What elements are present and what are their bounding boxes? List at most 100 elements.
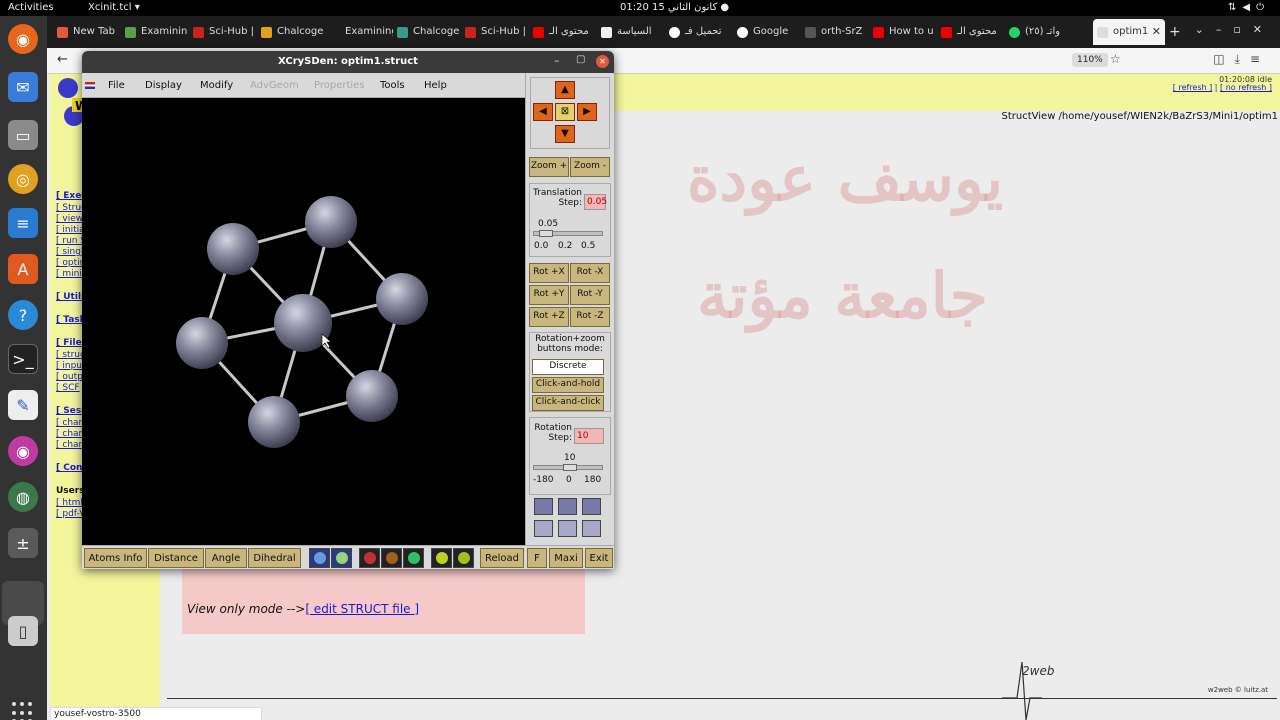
sidebar-link-scf-files[interactable]: [ SCF: [56, 383, 80, 393]
view-preset-icon[interactable]: [582, 520, 601, 537]
atoms-info-button[interactable]: Atoms Info: [84, 548, 147, 568]
mode-click-and-hold-button[interactable]: Click-and-hold: [532, 377, 604, 393]
terminal-icon[interactable]: >_: [8, 344, 38, 374]
no-refresh-link[interactable]: [ no refresh ]: [1220, 83, 1272, 92]
sidebar-link-change-3[interactable]: [ chan: [56, 440, 84, 450]
arrow-up-icon[interactable]: ▲: [555, 81, 575, 99]
tab[interactable]: Chalcoge: [257, 19, 325, 45]
translation-step-input[interactable]: 0.05: [584, 194, 607, 210]
zoom-out-button[interactable]: Zoom -: [570, 157, 610, 177]
dihedral-button[interactable]: Dihedral: [248, 548, 301, 568]
window-controls[interactable]: ⌄–▫✕: [1195, 23, 1274, 36]
unit-cell-icon[interactable]: [331, 548, 352, 568]
firefox-dev-icon[interactable]: ◉: [8, 436, 38, 466]
view-preset-icon[interactable]: [534, 498, 553, 515]
mode-discrete-button[interactable]: Discrete: [532, 359, 604, 375]
rot-plus-x-button[interactable]: Rot +X: [529, 263, 569, 283]
view-preset-icon[interactable]: [534, 520, 553, 537]
atom[interactable]: [248, 396, 300, 448]
tab[interactable]: محتوى الـ: [529, 19, 597, 45]
writer-icon[interactable]: ≡: [8, 208, 38, 238]
stick-style-icon[interactable]: [403, 548, 424, 568]
view-preset-icon[interactable]: [558, 498, 577, 515]
menu-display[interactable]: Display: [145, 80, 182, 91]
sphere-style-icon[interactable]: [381, 548, 402, 568]
app-menu[interactable]: Xcinit.tcl ▾: [88, 2, 140, 13]
tab[interactable]: Chalcoge: [393, 19, 461, 45]
text-editor-icon[interactable]: ✎: [8, 390, 38, 420]
activities-button[interactable]: Activities: [8, 2, 54, 13]
tab-active[interactable]: optim1 ✕: [1093, 19, 1165, 45]
lighting-off-icon[interactable]: [453, 548, 474, 568]
rhythmbox-icon[interactable]: ◎: [8, 164, 38, 194]
network-icon[interactable]: ⇅: [1228, 2, 1242, 13]
view-preset-icon[interactable]: [558, 520, 577, 537]
menu-tools[interactable]: Tools: [380, 80, 405, 91]
crystal-structure[interactable]: [82, 98, 525, 545]
refresh-link[interactable]: [ refresh ]: [1173, 83, 1212, 92]
ball-style-icon[interactable]: [359, 548, 380, 568]
arrow-right-icon[interactable]: ▶: [577, 103, 597, 121]
new-tab-icon[interactable]: +: [1169, 24, 1181, 40]
rot-minus-y-button[interactable]: Rot -Y: [570, 285, 610, 305]
toolbar-icons[interactable]: ◫⤓≡: [1213, 52, 1270, 67]
tab[interactable]: محتوى الـ: [937, 19, 1005, 45]
trash-icon[interactable]: ▯: [8, 616, 38, 646]
lattice-icon[interactable]: [309, 548, 330, 568]
center-reset-icon[interactable]: ⊠: [555, 103, 575, 121]
f-button[interactable]: F: [527, 548, 547, 568]
thunderbird-icon[interactable]: ✉: [8, 72, 38, 102]
sidebar-link-mini[interactable]: [ mini.: [56, 269, 85, 279]
zoom-in-button[interactable]: Zoom +: [529, 157, 569, 177]
distance-button[interactable]: Distance: [148, 548, 204, 568]
rot-plus-z-button[interactable]: Rot +Z: [529, 307, 569, 327]
structure-viewport[interactable]: [82, 98, 525, 545]
edit-struct-link[interactable]: [ edit STRUCT file ]: [305, 602, 419, 616]
firefox-icon[interactable]: ◉: [8, 24, 38, 54]
software-center-icon[interactable]: A: [8, 254, 38, 284]
rotation-step-input[interactable]: 10: [574, 428, 604, 444]
rot-minus-x-button[interactable]: Rot -X: [570, 263, 610, 283]
tab[interactable]: How to u: [869, 19, 937, 45]
tab[interactable]: New Tab: [53, 19, 121, 45]
tab[interactable]: (٢٥) واتـ: [1005, 19, 1091, 45]
view-preset-icon[interactable]: [582, 498, 601, 515]
tab[interactable]: Google: [733, 19, 801, 45]
maxi-button[interactable]: Maxi: [549, 548, 583, 568]
menu-modify[interactable]: Modify: [200, 80, 233, 91]
volume-icon[interactable]: ◀: [1242, 2, 1256, 13]
bookmark-star-icon[interactable]: ☆: [1110, 52, 1121, 66]
sidebar-link-change-1[interactable]: [ chan: [56, 418, 84, 428]
power-icon[interactable]: ⏻: [1256, 2, 1270, 13]
zoom-level[interactable]: 110%: [1072, 53, 1108, 67]
exit-button[interactable]: Exit: [585, 548, 613, 568]
sidebar-link-struct-file[interactable]: [ struc: [56, 350, 85, 360]
rot-minus-z-button[interactable]: Rot -Z: [570, 307, 610, 327]
close-tab-icon[interactable]: ✕: [1152, 25, 1161, 38]
tab[interactable]: Sci-Hub |: [461, 19, 529, 45]
sidebar-link-pdf-guide[interactable]: [ pdf-V: [56, 509, 85, 519]
calculator-icon[interactable]: ±: [8, 528, 38, 558]
sidebar-link-view[interactable]: [ view: [56, 214, 83, 224]
tab[interactable]: السياسة: [597, 19, 665, 45]
angle-button[interactable]: Angle: [205, 548, 247, 568]
rotation-slider-thumb[interactable]: [562, 464, 577, 471]
lighting-on-icon[interactable]: [431, 548, 452, 568]
tab[interactable]: Examinin: [121, 19, 189, 45]
tab[interactable]: orth-SrZ: [801, 19, 869, 45]
minimize-icon[interactable]: –: [554, 54, 560, 67]
system-tray[interactable]: ⇅◀⏻: [1228, 2, 1270, 13]
atoms[interactable]: [176, 196, 428, 448]
atom[interactable]: [376, 273, 428, 325]
sidebar-link-change-2[interactable]: [ chan: [56, 429, 84, 439]
maximize-icon[interactable]: ▢: [576, 54, 585, 65]
arrow-left-icon[interactable]: ◀: [533, 103, 553, 121]
mode-click-and-click-button[interactable]: Click-and-click: [532, 395, 604, 411]
atom[interactable]: [305, 196, 357, 248]
show-apps-icon[interactable]: [12, 702, 34, 720]
menu-help[interactable]: Help: [424, 80, 447, 91]
tab[interactable]: Sci-Hub |: [189, 19, 257, 45]
back-arrow-icon[interactable]: ←: [57, 52, 68, 67]
menu-file[interactable]: File: [108, 80, 125, 91]
clock[interactable]: كانون الثاني 15 01:20 ●: [620, 2, 729, 13]
